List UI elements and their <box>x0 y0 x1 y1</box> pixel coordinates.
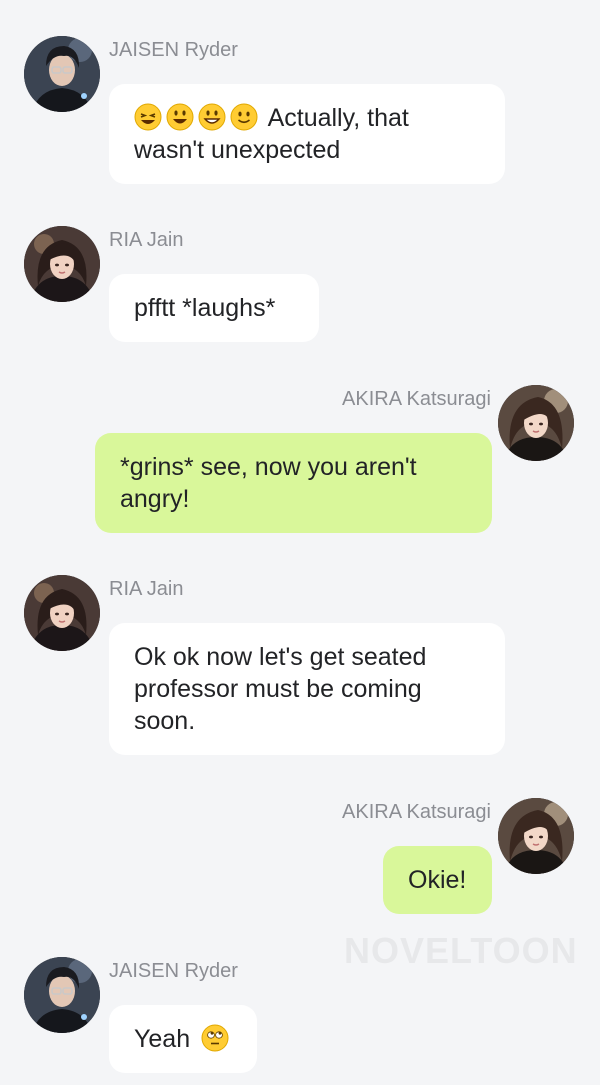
avatar-ria[interactable] <box>24 226 100 302</box>
sender-name: AKIRA Katsuragi <box>342 801 491 823</box>
message-text: Okie! <box>408 866 467 894</box>
slightly-smiling-face-icon <box>230 103 258 131</box>
smiling-face-open-mouth-icon <box>166 103 194 131</box>
sender-name: RIA Jain <box>109 229 184 251</box>
sender-name: AKIRA Katsuragi <box>342 388 491 410</box>
message-text: *grins* see, now you aren't angry! <box>120 453 417 513</box>
chat-thread[interactable]: JAISEN Ryder Actually, that wasn't unexp… <box>0 0 600 1085</box>
male-avatar-icon <box>24 957 100 1033</box>
avatar-ria[interactable] <box>24 575 100 651</box>
message-bubble[interactable]: Actually, that wasn't unexpected <box>109 84 505 184</box>
avatar-jaisen[interactable] <box>24 36 100 112</box>
message-bubble[interactable]: *grins* see, now you aren't angry! <box>95 433 492 533</box>
face-with-rolling-eyes-icon <box>201 1024 229 1052</box>
grinning-face-icon <box>198 103 226 131</box>
grinning-squint-face-icon <box>134 103 162 131</box>
message-bubble[interactable]: Yeah <box>109 1005 257 1073</box>
female-avatar-icon <box>498 385 574 461</box>
sender-name: JAISEN Ryder <box>109 960 238 982</box>
sender-name: JAISEN Ryder <box>109 39 238 61</box>
message-text: Ok ok now let's get seated professor mus… <box>134 643 427 735</box>
watermark-logo: NOVELTOON <box>344 930 578 971</box>
message-text: Yeah <box>134 1025 191 1053</box>
message-bubble[interactable]: Okie! <box>383 846 492 914</box>
avatar-akira[interactable] <box>498 385 574 461</box>
male-avatar-icon <box>24 36 100 112</box>
sender-name: RIA Jain <box>109 578 184 600</box>
avatar-jaisen[interactable] <box>24 957 100 1033</box>
female-avatar-icon <box>498 798 574 874</box>
message-bubble[interactable]: pfftt *laughs* <box>109 274 319 342</box>
message-bubble[interactable]: Ok ok now let's get seated professor mus… <box>109 623 505 755</box>
female-avatar-icon <box>24 226 100 302</box>
avatar-akira[interactable] <box>498 798 574 874</box>
message-text: pfftt *laughs* <box>134 294 276 322</box>
female-avatar-icon <box>24 575 100 651</box>
